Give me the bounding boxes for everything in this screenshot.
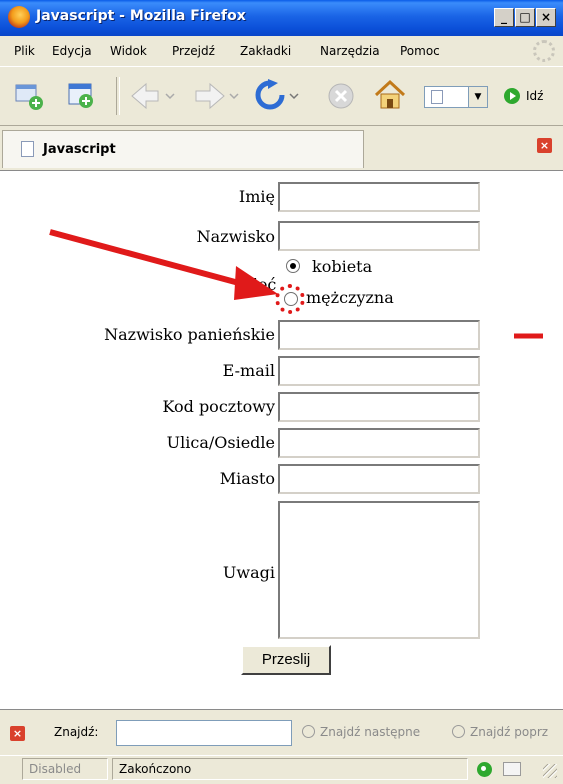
status-text: Zakończono (112, 758, 468, 780)
go-icon[interactable] (504, 88, 520, 104)
home-icon[interactable] (372, 77, 408, 113)
last-name-input[interactable] (278, 221, 480, 251)
toolbar-separator (116, 77, 120, 115)
postal-code-input[interactable] (278, 392, 480, 422)
notes-textarea[interactable] (278, 501, 480, 639)
find-previous-icon[interactable] (452, 725, 465, 738)
find-previous-button[interactable]: Znajdź poprz (470, 725, 548, 739)
menu-bar: Plik Edycja Widok Przejdź Zakładki Narzę… (0, 36, 563, 67)
email-label: E-mail (222, 361, 275, 380)
page-icon (21, 141, 34, 157)
last-name-label: Nazwisko (196, 227, 275, 246)
menu-bookmarks[interactable]: Zakładki (240, 44, 291, 58)
find-next-button[interactable]: Znajdź następne (320, 725, 420, 739)
stop-icon[interactable] (326, 81, 356, 111)
close-button[interactable]: × (536, 8, 556, 27)
navigation-toolbar: ▼ Idź (0, 67, 563, 126)
page-content: Imię Nazwisko Płeć kobieta mężczyzna Naz… (0, 170, 563, 710)
street-label: Ulica/Osiedle (166, 433, 275, 452)
window-title: Javascript - Mozilla Firefox (36, 8, 246, 24)
submit-button[interactable]: Przeslij (241, 645, 331, 675)
go-button[interactable]: Idź (526, 89, 543, 103)
postal-code-label: Kod pocztowy (162, 397, 275, 416)
city-input[interactable] (278, 464, 480, 494)
status-ok-icon (477, 762, 492, 777)
highlight-ring (275, 284, 305, 314)
title-bar: Javascript - Mozilla Firefox _ □ × (0, 0, 563, 36)
throbber-icon (533, 40, 555, 62)
menu-view[interactable]: Widok (110, 44, 147, 58)
maiden-name-input[interactable] (278, 320, 480, 350)
gender-female-radio[interactable] (286, 259, 300, 273)
browser-window: Javascript - Mozilla Firefox _ □ × Plik … (0, 0, 563, 784)
new-window-icon[interactable] (14, 81, 44, 111)
menu-file[interactable]: Plik (14, 44, 35, 58)
status-disabled: Disabled (22, 758, 108, 780)
firefox-logo-icon (8, 6, 30, 28)
maximize-button[interactable]: □ (515, 8, 535, 27)
find-label: Znajdź: (54, 725, 99, 739)
notes-label: Uwagi (222, 563, 275, 582)
menu-go[interactable]: Przejdź (172, 44, 215, 58)
minimize-button[interactable]: _ (494, 8, 514, 27)
menu-edit[interactable]: Edycja (52, 44, 92, 58)
tab-strip: Javascript (0, 126, 563, 170)
resize-grip[interactable] (543, 764, 557, 778)
gender-label: Płeć (242, 275, 277, 294)
first-name-input[interactable] (278, 182, 480, 212)
tab-javascript[interactable]: Javascript (2, 130, 364, 168)
find-next-icon[interactable] (302, 725, 315, 738)
close-tab-button[interactable]: × (537, 138, 552, 153)
new-tab-icon[interactable] (66, 81, 96, 111)
reload-icon[interactable] (254, 79, 300, 113)
find-close-button[interactable]: × (10, 726, 25, 741)
mail-icon[interactable] (503, 762, 521, 776)
menu-tools[interactable]: Narzędzia (320, 44, 380, 58)
forward-icon[interactable] (192, 81, 240, 111)
find-input[interactable] (116, 720, 292, 746)
gender-female-label: kobieta (312, 257, 373, 276)
maiden-name-label: Nazwisko panieńskie (104, 325, 275, 344)
street-input[interactable] (278, 428, 480, 458)
page-icon (431, 90, 443, 104)
back-icon[interactable] (128, 81, 176, 111)
chevron-down-icon[interactable]: ▼ (468, 87, 487, 107)
gender-male-label: mężczyzna (306, 288, 394, 307)
city-label: Miasto (219, 469, 275, 488)
address-bar[interactable]: ▼ (424, 86, 488, 108)
first-name-label: Imię (238, 187, 275, 206)
email-input[interactable] (278, 356, 480, 386)
menu-help[interactable]: Pomoc (400, 44, 440, 58)
tab-label: Javascript (43, 142, 116, 157)
